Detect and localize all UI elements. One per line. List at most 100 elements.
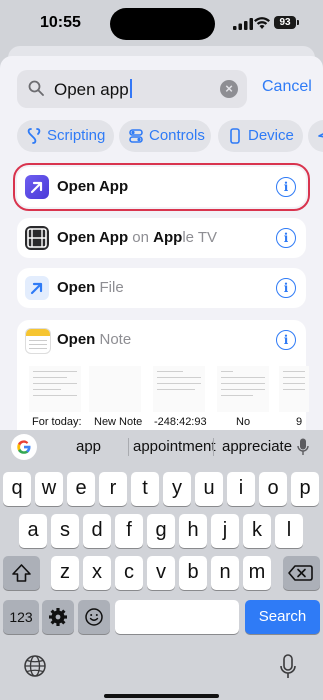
suggestion-bar: app appointment appreciate	[0, 430, 323, 464]
suggestion-divider	[213, 438, 214, 456]
key-s[interactable]: s	[51, 514, 79, 548]
result-title: Open Note	[57, 331, 131, 348]
notes-icon	[25, 328, 51, 354]
result-open-app[interactable]: Open App i	[13, 163, 310, 211]
note-thumbnails	[17, 366, 309, 420]
result-title-bold: Open App	[57, 178, 129, 195]
chip-device[interactable]: Device	[218, 120, 303, 152]
result-open-file[interactable]: Open File i	[17, 268, 306, 308]
home-indicator	[104, 694, 219, 698]
result-open-app-on-apple-tv[interactable]: Open App on Apple TV i	[17, 218, 306, 258]
suggestion-divider	[128, 438, 129, 456]
key-e[interactable]: e	[67, 472, 95, 506]
globe-icon[interactable]	[23, 654, 47, 678]
search-sheet: Open app × Cancel Scripting Controls Dev…	[0, 56, 323, 430]
key-i[interactable]: i	[227, 472, 255, 506]
note-thumbnail[interactable]	[217, 366, 269, 412]
dynamic-island	[110, 8, 215, 40]
controls-icon	[129, 129, 143, 143]
result-title: Open App	[57, 178, 128, 195]
shift-key[interactable]	[3, 556, 40, 590]
note-thumb-label: New Note	[94, 416, 143, 428]
search-field[interactable]: Open app ×	[17, 70, 247, 108]
key-h[interactable]: h	[179, 514, 207, 548]
chip-controls[interactable]: Controls	[119, 120, 211, 152]
key-k[interactable]: k	[243, 514, 271, 548]
microphone-icon[interactable]	[297, 438, 309, 456]
note-thumb-label: 9	[296, 416, 303, 428]
google-icon[interactable]	[11, 434, 37, 460]
note-thumbnail[interactable]	[153, 366, 205, 412]
key-b[interactable]: b	[179, 556, 207, 590]
result-title-dim: le TV	[182, 229, 218, 246]
device-icon	[230, 128, 240, 144]
key-n[interactable]: n	[211, 556, 239, 590]
info-icon[interactable]: i	[276, 330, 296, 350]
key-w[interactable]: w	[35, 472, 63, 506]
keyboard: app appointment appreciate q w e r t y u…	[0, 430, 323, 700]
key-v[interactable]: v	[147, 556, 175, 590]
search-key[interactable]: Search	[245, 600, 320, 634]
result-title-dim: on	[128, 229, 154, 246]
result-title: Open File	[57, 279, 124, 296]
key-o[interactable]: o	[259, 472, 287, 506]
chip-more[interactable]	[308, 120, 323, 152]
emoji-key[interactable]	[78, 600, 110, 634]
note-thumbnail[interactable]	[279, 366, 309, 412]
key-r[interactable]: r	[99, 472, 127, 506]
search-icon	[28, 80, 44, 96]
chip-label: Device	[248, 127, 294, 144]
note-thumbnail[interactable]	[89, 366, 141, 412]
settings-key[interactable]	[42, 600, 74, 634]
result-title-bold: Open App	[57, 229, 129, 246]
note-thumb-label: -248:42:93	[154, 416, 207, 428]
numbers-key[interactable]: 123	[3, 600, 39, 634]
result-title-dim: File	[95, 279, 124, 296]
info-icon[interactable]: i	[276, 278, 296, 298]
gear-icon	[49, 608, 67, 626]
chip-label: Scripting	[47, 127, 106, 144]
key-g[interactable]: g	[147, 514, 175, 548]
key-d[interactable]: d	[83, 514, 111, 548]
result-title-bold: Open	[57, 331, 96, 348]
key-p[interactable]: p	[291, 472, 319, 506]
search-input[interactable]: Open app	[54, 79, 132, 100]
clear-icon[interactable]: ×	[220, 80, 238, 98]
key-q[interactable]: q	[3, 472, 31, 506]
scripting-icon	[27, 128, 41, 144]
suggestion-item[interactable]: appointment	[133, 438, 216, 455]
key-m[interactable]: m	[243, 556, 271, 590]
info-icon[interactable]: i	[276, 228, 296, 248]
status-time: 10:55	[40, 14, 81, 31]
emoji-icon	[85, 608, 103, 626]
wifi-icon	[254, 17, 270, 29]
cancel-button[interactable]: Cancel	[262, 78, 312, 96]
delete-key[interactable]	[283, 556, 320, 590]
chip-scripting[interactable]: Scripting	[17, 120, 114, 152]
key-y[interactable]: y	[163, 472, 191, 506]
key-u[interactable]: u	[195, 472, 223, 506]
info-icon[interactable]: i	[276, 177, 296, 197]
category-chips: Scripting Controls Device	[17, 120, 323, 156]
key-z[interactable]: z	[51, 556, 79, 590]
cellular-signal-icon	[233, 18, 253, 30]
dictation-icon[interactable]	[279, 654, 297, 680]
key-f[interactable]: f	[115, 514, 143, 548]
key-l[interactable]: l	[275, 514, 303, 548]
result-title: Open App on Apple TV	[57, 229, 217, 246]
key-x[interactable]: x	[83, 556, 111, 590]
note-thumbnail[interactable]	[29, 366, 81, 412]
result-title-bold: App	[153, 229, 183, 246]
location-arrow-icon	[318, 133, 323, 138]
key-c[interactable]: c	[115, 556, 143, 590]
key-a[interactable]: a	[19, 514, 47, 548]
suggestion-item[interactable]: app	[76, 438, 101, 455]
key-t[interactable]: t	[131, 472, 159, 506]
result-title-bold: Open	[57, 279, 96, 296]
key-j[interactable]: j	[211, 514, 239, 548]
shift-icon	[12, 564, 31, 582]
suggestion-item[interactable]: appreciate	[222, 438, 292, 455]
battery-tip	[297, 20, 299, 25]
space-key[interactable]	[115, 600, 239, 634]
result-open-note[interactable]: Open Note i	[17, 320, 309, 430]
